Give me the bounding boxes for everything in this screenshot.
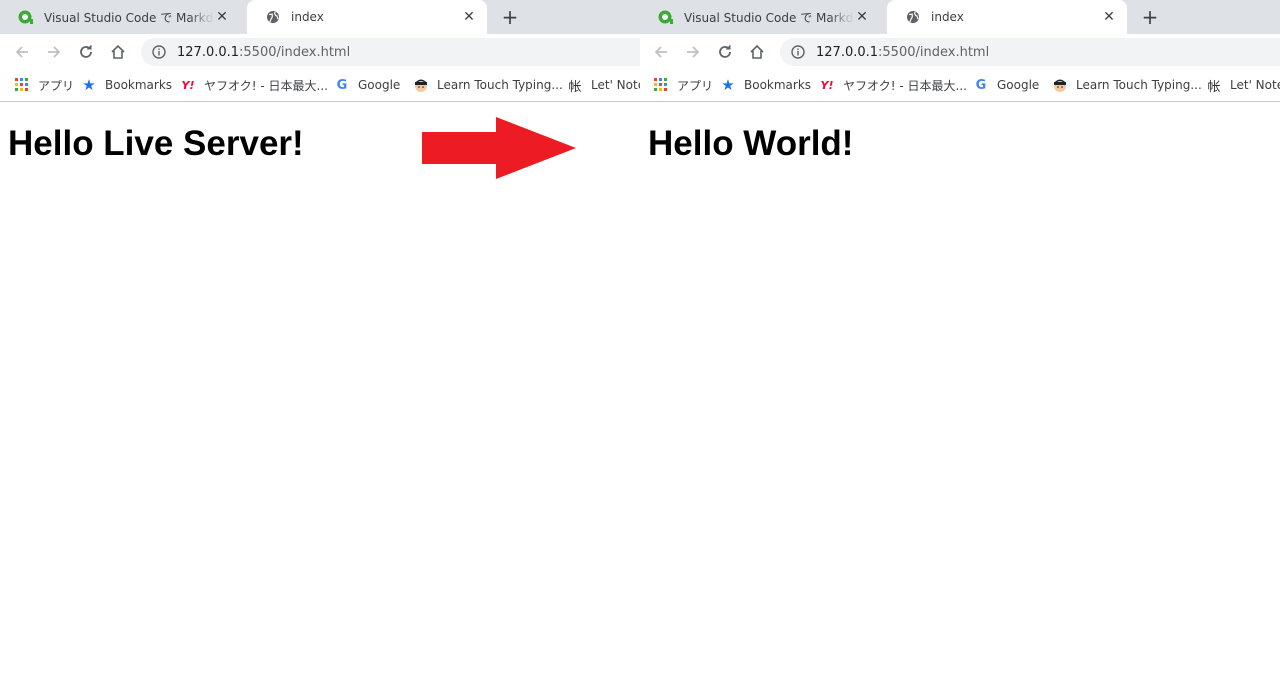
- bookmark-label: Learn Touch Typing...: [437, 78, 563, 92]
- star-icon: ★: [82, 76, 96, 94]
- bookmark-label: Bookmarks: [744, 78, 812, 92]
- bookmark-label: Google: [358, 78, 401, 92]
- globe-icon: [905, 9, 921, 25]
- tab-strip: Visual Studio Code で Markdown ✕ index ✕ …: [0, 0, 640, 34]
- tab-vscode-markdown[interactable]: Visual Studio Code で Markdown ✕: [0, 0, 240, 34]
- site-info-icon[interactable]: [790, 44, 806, 60]
- page-content: Hello Live Server!: [0, 102, 640, 680]
- bookmarks-bar: アプリ ★ Bookmarks Y! ヤフオク! - 日本最大... G Goo…: [640, 69, 1280, 102]
- bookmark-apps[interactable]: アプリ: [653, 76, 713, 94]
- url-host: 127.0.0.1: [816, 44, 879, 60]
- bookmark-label: アプリ: [677, 78, 714, 93]
- bookmark-yahoo-auction[interactable]: Y! ヤフオク! - 日本最大...: [180, 76, 328, 94]
- forward-arrow-icon[interactable]: [683, 42, 703, 62]
- kanji-icon: 帐: [568, 79, 582, 95]
- page-heading: Hello Live Server!: [8, 124, 304, 163]
- bookmark-bookmarks[interactable]: ★ Bookmarks: [81, 76, 172, 94]
- tab-title: Visual Studio Code で Markdown: [684, 10, 854, 25]
- apps-grid-icon: [653, 77, 669, 93]
- google-icon: G: [975, 77, 987, 93]
- typing-avatar-icon: [1052, 77, 1068, 93]
- google-icon: G: [336, 77, 348, 93]
- back-arrow-icon[interactable]: [651, 42, 671, 62]
- tab-close-icon[interactable]: ✕: [214, 9, 230, 25]
- tab-vscode-markdown[interactable]: Visual Studio Code で Markdown ✕: [640, 0, 880, 34]
- reload-icon[interactable]: [715, 42, 735, 62]
- bookmark-lets-note[interactable]: 帐 Let' Note: [1206, 76, 1280, 95]
- apps-grid-icon: [14, 77, 30, 93]
- address-bar[interactable]: 127.0.0.1:5500/index.html: [780, 38, 1280, 66]
- site-favicon-icon: [18, 9, 34, 25]
- home-icon[interactable]: [108, 42, 128, 62]
- home-icon[interactable]: [747, 42, 767, 62]
- bookmark-label: Learn Touch Typing...: [1076, 78, 1202, 92]
- bookmark-google[interactable]: G Google: [973, 76, 1040, 94]
- browser-window-right: Visual Studio Code で Markdown ✕ index ✕ …: [640, 0, 1280, 680]
- url-path: :5500/index.html: [239, 44, 351, 60]
- tab-close-icon[interactable]: ✕: [1101, 9, 1117, 25]
- bookmark-label: Let' Note: [1230, 78, 1280, 92]
- bookmark-bookmarks[interactable]: ★ Bookmarks: [720, 76, 811, 94]
- site-favicon-icon: [658, 9, 674, 25]
- tab-title: Visual Studio Code で Markdown: [44, 10, 214, 25]
- bookmark-learn-typing[interactable]: Learn Touch Typing...: [413, 76, 563, 94]
- bookmark-label: ヤフオク! - 日本最大...: [843, 78, 967, 93]
- tab-strip: Visual Studio Code で Markdown ✕ index ✕ …: [640, 0, 1280, 34]
- typing-avatar-icon: [413, 77, 429, 93]
- bookmark-label: ヤフオク! - 日本最大...: [204, 78, 328, 93]
- new-tab-plus-icon[interactable]: +: [1141, 5, 1159, 29]
- tab-close-icon[interactable]: ✕: [461, 9, 477, 25]
- page-content: Hello World!: [640, 102, 1280, 680]
- right-arrow-icon: [422, 117, 576, 179]
- page-heading: Hello World!: [648, 124, 854, 163]
- url-path: :5500/index.html: [878, 44, 990, 60]
- bookmark-learn-typing[interactable]: Learn Touch Typing...: [1052, 76, 1202, 94]
- yahoo-icon: Y!: [181, 78, 195, 92]
- site-info-icon[interactable]: [151, 44, 167, 60]
- bookmark-apps[interactable]: アプリ: [14, 76, 74, 94]
- bookmark-label: Google: [997, 78, 1040, 92]
- url-host: 127.0.0.1: [177, 44, 240, 60]
- tab-index[interactable]: index ✕: [887, 0, 1127, 34]
- kanji-icon: 帐: [1207, 79, 1221, 95]
- bookmarks-bar: アプリ ★ Bookmarks Y! ヤフオク! - 日本最大... G Goo…: [0, 69, 640, 102]
- reload-icon[interactable]: [76, 42, 96, 62]
- globe-icon: [265, 9, 281, 25]
- bookmark-label: Let' Note: [591, 78, 640, 92]
- new-tab-plus-icon[interactable]: +: [501, 5, 519, 29]
- browser-window-left: Visual Studio Code で Markdown ✕ index ✕ …: [0, 0, 640, 680]
- tab-index[interactable]: index ✕: [247, 0, 487, 34]
- bookmark-google[interactable]: G Google: [334, 76, 401, 94]
- back-arrow-icon[interactable]: [12, 42, 32, 62]
- bookmark-lets-note[interactable]: 帐 Let' Note: [567, 76, 640, 95]
- yahoo-icon: Y!: [820, 78, 834, 92]
- bookmark-yahoo-auction[interactable]: Y! ヤフオク! - 日本最大...: [819, 76, 967, 94]
- toolbar: 127.0.0.1:5500/index.html: [640, 34, 1280, 69]
- star-icon: ★: [721, 76, 735, 94]
- bookmark-label: Bookmarks: [105, 78, 173, 92]
- tab-title: index: [931, 10, 964, 24]
- tab-title: index: [291, 10, 324, 24]
- forward-arrow-icon[interactable]: [44, 42, 64, 62]
- toolbar: 127.0.0.1:5500/index.html: [0, 34, 640, 69]
- tab-close-icon[interactable]: ✕: [854, 9, 870, 25]
- address-bar[interactable]: 127.0.0.1:5500/index.html: [141, 38, 640, 66]
- bookmark-label: アプリ: [38, 78, 75, 93]
